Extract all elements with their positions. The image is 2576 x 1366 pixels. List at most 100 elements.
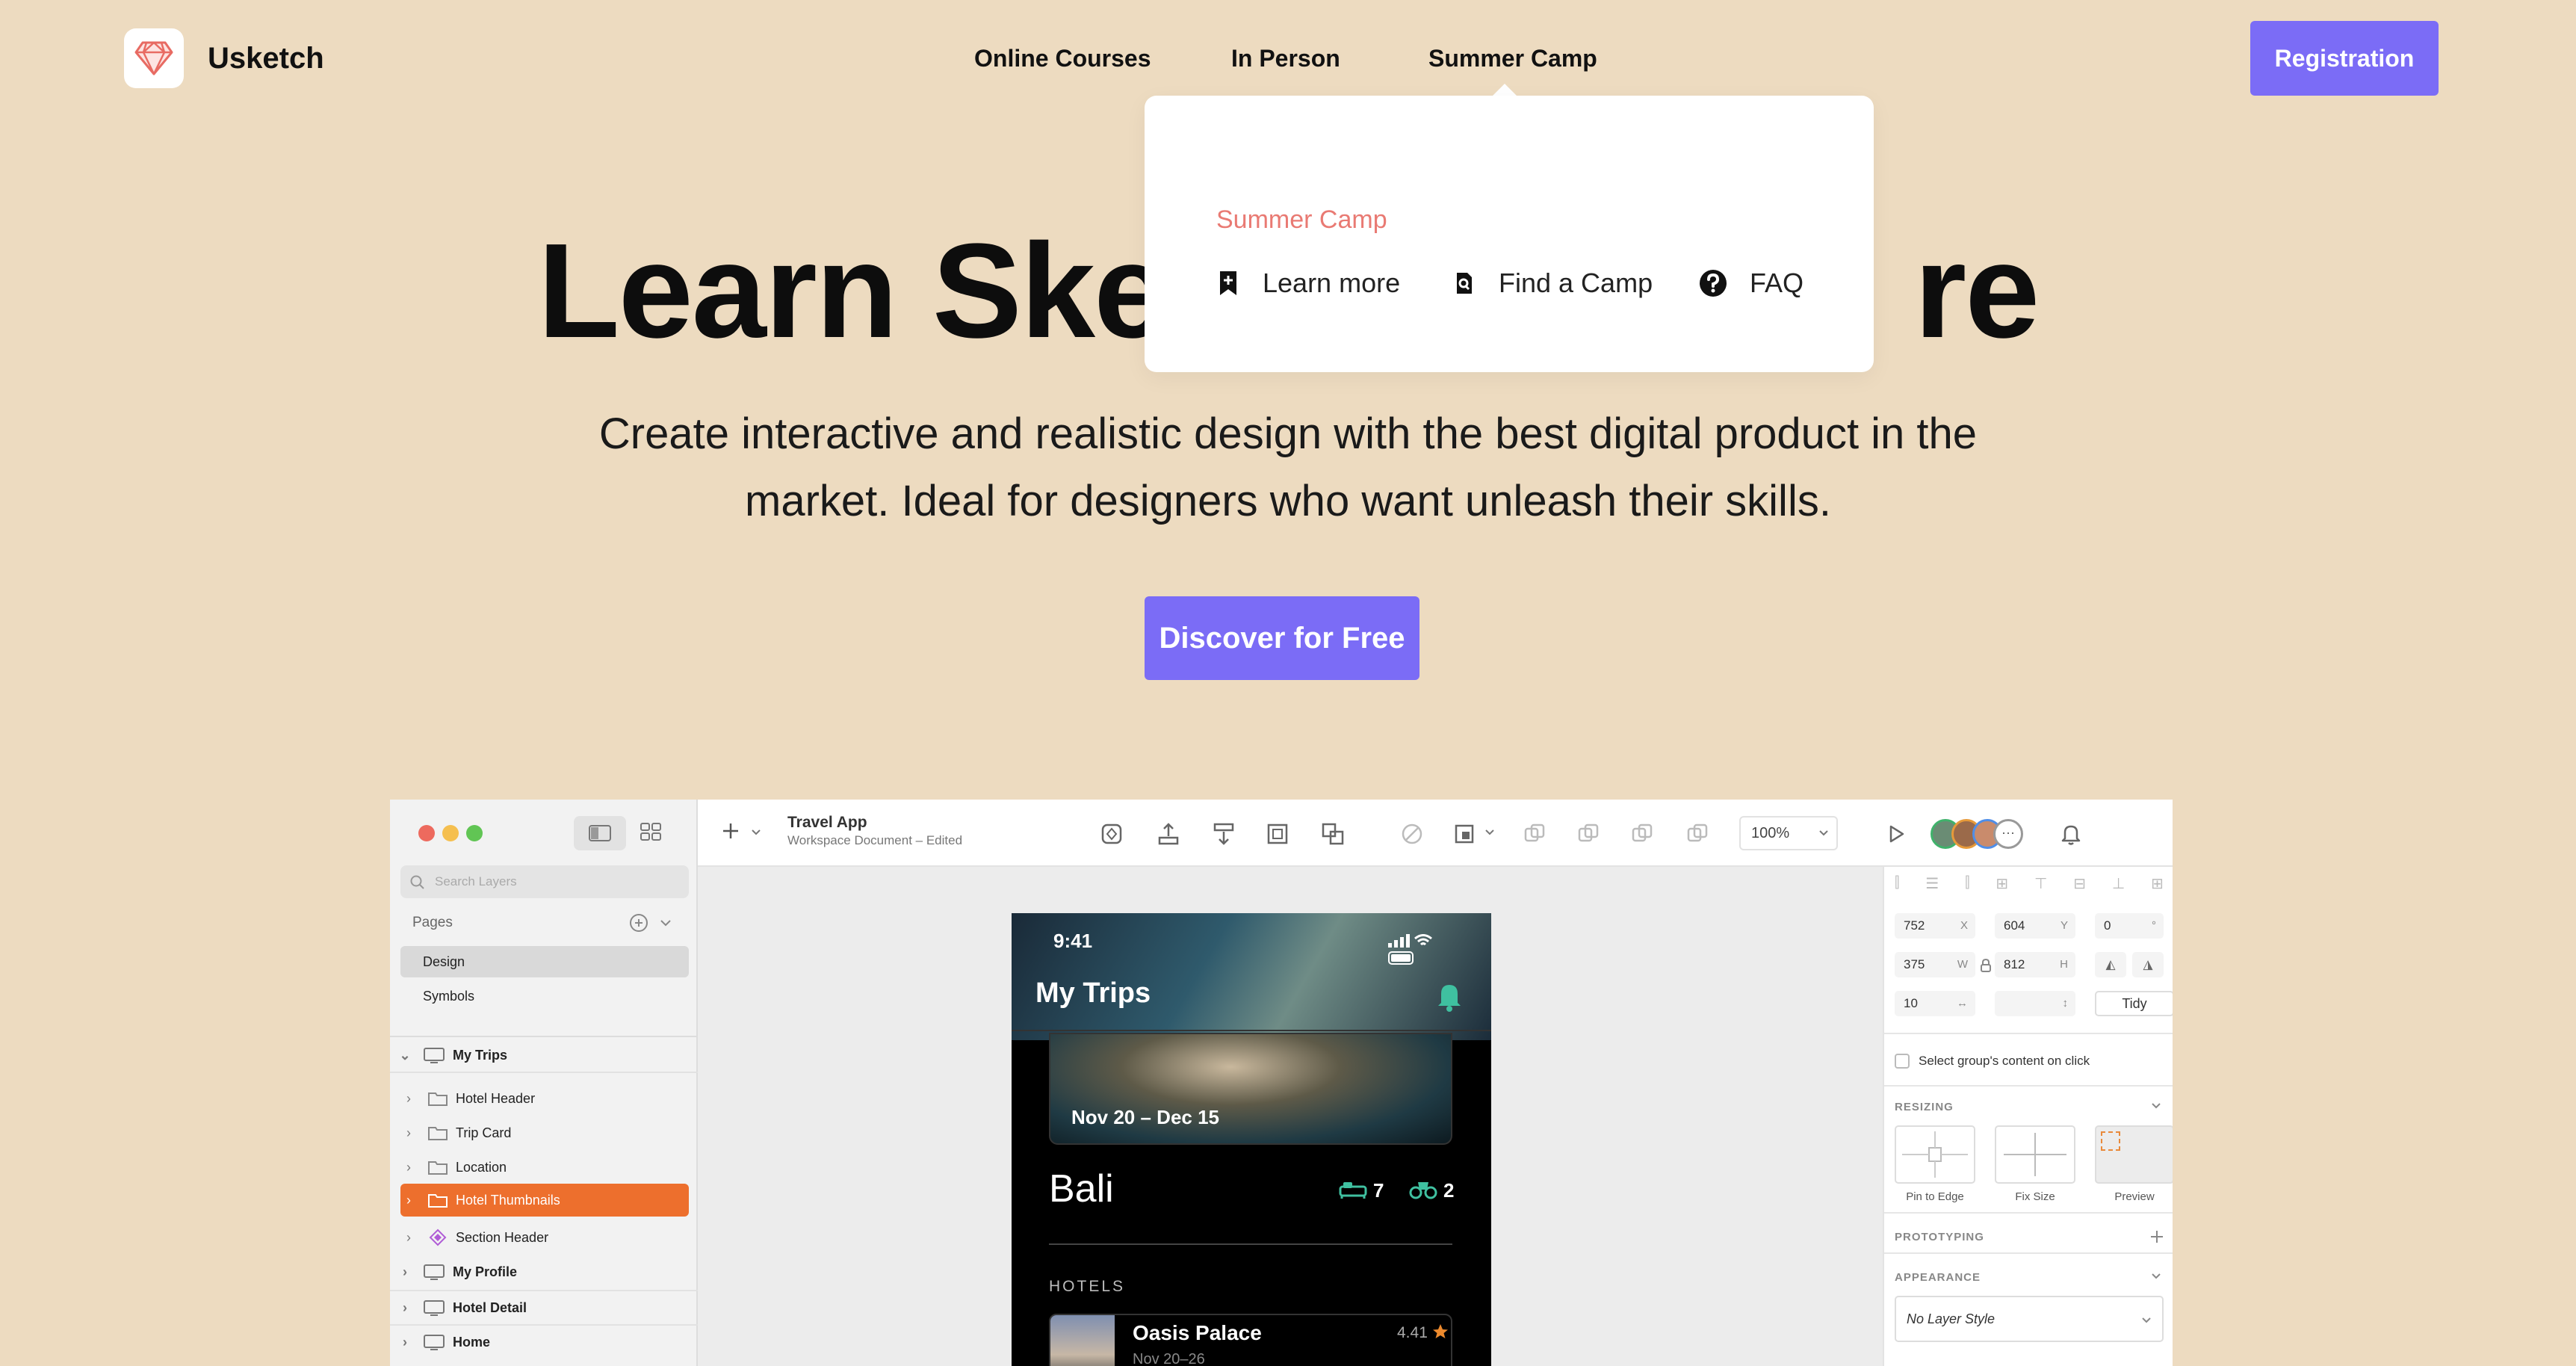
- hero-subtitle: Create interactive and realistic design …: [541, 401, 2035, 535]
- intersect-icon[interactable]: [1627, 819, 1657, 849]
- align-center-icon[interactable]: ☰: [1925, 874, 1939, 897]
- dropdown-item-faq[interactable]: FAQ: [1699, 265, 1803, 302]
- subtract-icon[interactable]: [1573, 819, 1603, 849]
- pin-edge-icon: [1902, 1131, 1968, 1178]
- layer-my-profile[interactable]: › My Profile: [394, 1255, 693, 1288]
- distribute-h-icon[interactable]: ⊞: [1996, 874, 2008, 897]
- forward-icon[interactable]: [1154, 819, 1183, 849]
- layer-section-header[interactable]: › Section Header: [394, 1221, 693, 1254]
- nav-online-courses[interactable]: Online Courses: [974, 39, 1151, 78]
- distribute-v-icon[interactable]: ⊞: [2151, 874, 2164, 897]
- tidy-button[interactable]: Tidy: [2095, 991, 2173, 1016]
- resizing-preview: [2095, 1125, 2173, 1184]
- height-field[interactable]: 812 H: [1995, 952, 2075, 977]
- page-item-design[interactable]: Design: [400, 946, 689, 977]
- width-label: W: [1957, 958, 1968, 971]
- layer-hotel-header[interactable]: › Hotel Header: [394, 1082, 693, 1115]
- align-right-icon[interactable]: ⫿: [1965, 874, 1969, 897]
- dropdown-item-find-camp[interactable]: Find a Camp: [1452, 265, 1653, 302]
- hero-title-right: re: [1914, 216, 2040, 366]
- lock-icon[interactable]: [1980, 958, 1992, 973]
- discover-free-button[interactable]: Discover for Free: [1145, 596, 1419, 680]
- divider: [1012, 1030, 1491, 1031]
- window-zoom-dot[interactable]: [466, 825, 483, 841]
- bookmark-plus-icon: [1220, 271, 1236, 295]
- rotation-field[interactable]: 0 °: [2095, 913, 2164, 939]
- phone-artboard[interactable]: 9:41 My Trips Nov 20 – Dec 15 Bali 7 2 H…: [1012, 913, 1491, 1366]
- layers-view-toggle[interactable]: [574, 816, 626, 850]
- chevron-down-icon: ⌄: [399, 1047, 411, 1063]
- window-minimize-dot[interactable]: [442, 825, 459, 841]
- align-middle-icon[interactable]: ⊟: [2073, 874, 2086, 897]
- layer-home[interactable]: › Home: [394, 1326, 693, 1359]
- search-doc-icon: [1457, 273, 1472, 294]
- alignment-icons[interactable]: ⫿ ☰ ⫿ ⊞ ⊤ ⊟ ⊥ ⊞: [1895, 874, 2164, 897]
- page-item-symbols[interactable]: Symbols: [400, 980, 689, 1012]
- pin-to-edge-label: Pin to Edge: [1906, 1190, 1964, 1203]
- signal-icon: [1388, 934, 1410, 948]
- y-field[interactable]: 604 Y: [1995, 913, 2075, 939]
- more-icon: ···: [1993, 819, 2023, 849]
- layer-my-trips[interactable]: ⌄ My Trips: [394, 1039, 693, 1072]
- layer-style-select[interactable]: No Layer Style: [1895, 1296, 2164, 1342]
- layers-panel-icon: [589, 825, 611, 841]
- preview-box: [2101, 1131, 2120, 1151]
- chevron-down-icon[interactable]: [2150, 1101, 2162, 1110]
- layer-hotel-detail[interactable]: › Hotel Detail: [394, 1291, 693, 1324]
- play-preview-icon[interactable]: [1881, 819, 1911, 849]
- align-left-icon[interactable]: ⫿: [1895, 874, 1899, 897]
- flip-horizontal-icon[interactable]: ◭: [2095, 952, 2126, 977]
- spacing-field[interactable]: 10 ↔: [1895, 991, 1975, 1016]
- search-layers-input[interactable]: Search Layers: [400, 865, 689, 898]
- layer-label: Hotel Detail: [453, 1299, 527, 1315]
- rotation-label: °: [2152, 919, 2156, 932]
- difference-icon[interactable]: [1682, 819, 1712, 849]
- nav-summer-camp[interactable]: Summer Camp: [1428, 39, 1597, 78]
- fix-size-control[interactable]: [1995, 1125, 2075, 1184]
- scale-icon[interactable]: [1449, 819, 1479, 849]
- layer-label: My Trips: [453, 1047, 508, 1063]
- insert-plus-icon[interactable]: [720, 820, 741, 841]
- pin-to-edge-control[interactable]: [1895, 1125, 1975, 1184]
- x-value: 752: [1904, 918, 1925, 933]
- x-field[interactable]: 752 X: [1895, 913, 1975, 939]
- add-page-icon[interactable]: [629, 913, 648, 933]
- select-group-checkbox[interactable]: [1895, 1054, 1910, 1069]
- chevron-down-icon: [1819, 830, 1828, 836]
- hero-subtitle-line-2: market. Ideal for designers who want unl…: [745, 477, 1831, 525]
- registration-button[interactable]: Registration: [2250, 21, 2439, 96]
- align-top-icon[interactable]: ⊤: [2034, 874, 2047, 897]
- mask-icon[interactable]: [1397, 819, 1427, 849]
- nav-in-person[interactable]: In Person: [1231, 39, 1340, 78]
- union-icon[interactable]: [1520, 819, 1549, 849]
- width-field[interactable]: 375 W: [1895, 952, 1975, 977]
- chevron-down-icon[interactable]: [2150, 1272, 2162, 1281]
- chevron-right-icon: ›: [406, 1229, 411, 1245]
- window-close-dot[interactable]: [418, 825, 435, 841]
- logo[interactable]: [124, 28, 184, 88]
- artboard-icon: [424, 1300, 445, 1316]
- divider: [390, 1036, 698, 1037]
- bell-icon[interactable]: [2056, 819, 2086, 849]
- components-view-toggle[interactable]: [640, 820, 662, 847]
- ungroup-icon[interactable]: [1318, 819, 1348, 849]
- document-title: Travel App: [787, 814, 867, 831]
- zoom-select[interactable]: 100%: [1739, 816, 1838, 850]
- chevron-down-icon[interactable]: [659, 918, 672, 928]
- flip-vertical-icon[interactable]: ◮: [2132, 952, 2164, 977]
- backward-icon[interactable]: [1209, 819, 1239, 849]
- dropdown-item-learn-more[interactable]: Learn more: [1216, 265, 1400, 302]
- add-icon[interactable]: [2149, 1229, 2165, 1245]
- align-bottom-icon[interactable]: ⊥: [2112, 874, 2125, 897]
- spacing-v-field[interactable]: ↕: [1995, 991, 2075, 1016]
- layer-location[interactable]: › Location: [394, 1151, 693, 1184]
- brand-name[interactable]: Usketch: [208, 37, 324, 79]
- collaborators[interactable]: ···: [1931, 819, 2023, 849]
- hotel-card[interactable]: Oasis Palace Nov 20–26 4.41: [1049, 1314, 1452, 1366]
- create-symbol-icon[interactable]: [1097, 819, 1127, 849]
- chevron-down-icon[interactable]: [750, 828, 762, 837]
- layer-hotel-thumbnails[interactable]: › Hotel Thumbnails: [400, 1184, 689, 1217]
- group-icon[interactable]: [1263, 819, 1292, 849]
- chevron-down-icon[interactable]: [1484, 828, 1496, 837]
- layer-trip-card[interactable]: › Trip Card: [394, 1116, 693, 1149]
